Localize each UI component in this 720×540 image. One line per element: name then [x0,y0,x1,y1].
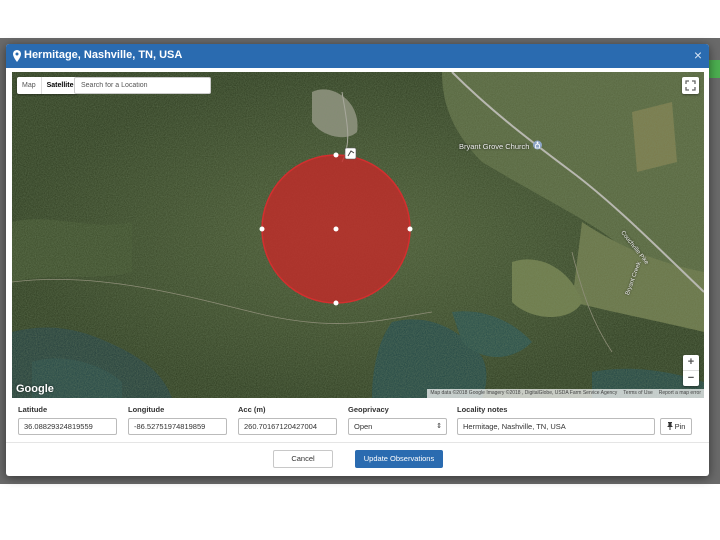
geoprivacy-select[interactable]: Open ⇕ [348,418,447,435]
longitude-input[interactable] [128,418,227,435]
map-attribution: Map data ©2018 Google Imagery ©2018 , Di… [427,389,704,398]
cancel-button[interactable]: Cancel [273,450,333,468]
zoom-in-button[interactable]: + [683,355,699,370]
accuracy-input[interactable] [238,418,337,435]
location-chooser-modal: Hermitage, Nashville, TN, USA × Map Sate… [6,44,709,476]
footer-divider [6,442,709,443]
close-icon[interactable]: × [694,47,702,63]
modal-title: Hermitage, Nashville, TN, USA [24,49,183,61]
longitude-label: Longitude [128,405,165,414]
radius-handle-left[interactable] [259,226,265,232]
accuracy-overlay [259,147,413,306]
geoprivacy-field: Geoprivacy Open ⇕ [348,405,447,435]
longitude-field: Longitude [128,405,227,435]
zoom-out-button[interactable]: − [683,370,699,386]
google-logo: Google [16,383,54,395]
radius-handle-bottom[interactable] [333,300,339,306]
geoprivacy-value: Open [354,422,373,431]
latitude-field: Latitude [18,405,117,435]
locality-label: Locality notes [457,405,508,414]
center-handle[interactable] [333,226,339,232]
geoprivacy-label: Geoprivacy [348,405,389,414]
background-page-sliver [708,60,720,78]
location-form: Latitude Longitude Acc (m) Geoprivacy Op… [12,405,702,435]
update-observations-button[interactable]: Update Observations [355,450,443,468]
report-map-error-link[interactable]: Report a map error [656,389,704,398]
radius-handle-right[interactable] [407,226,413,232]
radius-handle-top[interactable] [333,152,339,158]
accuracy-field: Acc (m) [238,405,337,435]
pin-button[interactable]: Pin [660,418,692,435]
locality-field: Locality notes [457,405,655,435]
map-marker-icon [13,50,21,62]
zoom-control: + − [683,355,699,386]
modal-header: Hermitage, Nashville, TN, USA × [6,44,709,68]
map-view[interactable]: Map Satellite Bryant Grove Church Couchv… [12,72,704,398]
accuracy-label: Acc (m) [238,405,266,414]
terms-of-use-link[interactable]: Terms of Use [620,389,655,398]
latitude-input[interactable] [18,418,117,435]
select-arrows-icon: ⇕ [436,423,442,430]
attribution-map-data: Map data ©2018 Google Imagery ©2018 , Di… [430,390,618,396]
map-pin-marker-icon[interactable] [344,147,357,160]
latitude-label: Latitude [18,405,48,414]
locality-notes-input[interactable] [457,418,655,435]
pin-button-label: Pin [674,422,686,431]
thumbtack-icon [666,422,673,430]
